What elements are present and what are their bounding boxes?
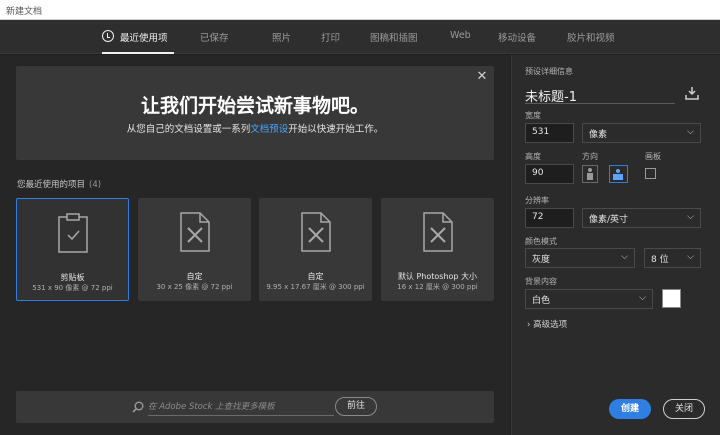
artboard-label: 画板 [645,151,661,162]
recent-label-text: 您最近使用的项目 [17,180,85,190]
clipboard-icon [58,213,88,253]
tab-print[interactable]: 打印 [321,30,340,44]
recent-count: (4) [89,180,101,190]
width-input[interactable]: 531 [525,123,574,143]
resolution-input[interactable]: 72 [525,208,574,228]
go-button[interactable]: 前往 [335,397,377,416]
width-unit-select[interactable]: 像素 ⌵ [582,123,701,143]
background-color-swatch[interactable] [662,289,681,308]
tab-saved[interactable]: 已保存 [200,30,229,44]
document-brush-icon [423,212,453,252]
tab-recent[interactable]: 最近使用项 [120,30,168,44]
color-mode-value: 灰度 [532,255,550,265]
clock-icon [102,30,114,42]
recent-item-name: 自定 [138,271,251,282]
recent-item-clipboard[interactable]: 剪贴板 531 x 90 像素 @ 72 ppi [16,198,129,301]
height-label: 高度 [525,151,541,162]
artboard-checkbox[interactable] [645,168,656,179]
portrait-icon [583,166,597,182]
resolution-label: 分辨率 [525,195,549,206]
landscape-orientation-button[interactable] [609,165,628,183]
bit-depth-select[interactable]: 8 位 ⌵ [644,248,701,268]
close-icon[interactable]: ✕ [475,70,489,84]
height-input[interactable]: 90 [525,164,574,184]
recent-item-name: 默认 Photoshop 大小 [381,271,494,282]
close-button[interactable]: 关闭 [663,399,705,419]
width-label: 宽度 [525,110,541,121]
banner-sub-before: 从您自己的文档设置或一系列 [127,124,251,135]
background-value: 白色 [532,296,550,306]
chevron-down-icon: ⌵ [687,127,694,137]
tab-photo[interactable]: 照片 [272,30,291,44]
document-brush-icon [301,212,331,252]
bit-depth-value: 8 位 [651,255,669,265]
window-titlebar: 新建文档 [0,0,720,20]
color-mode-label: 颜色模式 [525,236,557,247]
chevron-right-icon: › [527,320,530,330]
chevron-down-icon: ⌵ [639,293,646,303]
background-label: 背景内容 [525,276,557,287]
preset-details-heading: 预设详细信息 [525,66,573,77]
recent-item-size: 16 x 12 厘米 @ 300 ppi [381,282,494,292]
landscape-icon [610,166,626,182]
chevron-down-icon: ⌵ [621,252,628,262]
advanced-options-toggle[interactable]: › 高级选项 [527,318,567,330]
save-preset-icon[interactable] [685,86,699,100]
tab-mobile[interactable]: 移动设备 [498,30,536,44]
tab-web[interactable]: Web [450,30,471,41]
search-icon [132,401,144,413]
window-title: 新建文档 [6,4,42,17]
recent-items-heading: 您最近使用的项目 (4) [17,178,101,190]
banner-headline: 让我们开始尝试新事物吧。 [16,91,494,118]
background-select[interactable]: 白色 ⌵ [525,289,653,309]
tab-film-video[interactable]: 胶片和视频 [567,30,615,44]
create-button[interactable]: 创建 [609,399,651,419]
recent-item-size: 531 x 90 像素 @ 72 ppi [17,283,128,293]
document-brush-icon [180,212,210,252]
resolution-unit-value: 像素/英寸 [589,215,628,225]
recent-item-size: 9.95 x 17.67 厘米 @ 300 ppi [259,282,372,292]
stock-search-input[interactable] [148,398,334,416]
recent-item-name: 剪贴板 [17,272,128,283]
recent-item-size: 30 x 25 像素 @ 72 ppi [138,282,251,292]
orientation-label: 方向 [582,151,598,162]
recent-item-default-photoshop[interactable]: 默认 Photoshop 大小 16 x 12 厘米 @ 300 ppi [381,198,494,301]
document-name-field[interactable]: 未标题-1 [525,84,675,104]
banner-subtitle: 从您自己的文档设置或一系列文档预设开始以快速开始工作。 [16,121,494,135]
advanced-options-label: 高级选项 [533,320,567,330]
chevron-down-icon: ⌵ [687,212,694,222]
document-presets-link[interactable]: 文档预设 [250,124,288,135]
recent-item-name: 自定 [259,271,372,282]
width-unit-value: 像素 [589,130,607,140]
resolution-unit-select[interactable]: 像素/英寸 ⌵ [582,208,701,228]
color-mode-select[interactable]: 灰度 ⌵ [525,248,635,268]
banner-sub-after: 开始以快速开始工作。 [288,124,383,135]
recent-item-custom-2[interactable]: 自定 9.95 x 17.67 厘米 @ 300 ppi [259,198,372,301]
tab-art-illustration[interactable]: 图稿和插图 [370,30,418,44]
chevron-down-icon: ⌵ [687,252,694,262]
active-tab-indicator [102,52,174,54]
recent-item-custom-1[interactable]: 自定 30 x 25 像素 @ 72 ppi [138,198,251,301]
portrait-orientation-button[interactable] [582,165,598,183]
